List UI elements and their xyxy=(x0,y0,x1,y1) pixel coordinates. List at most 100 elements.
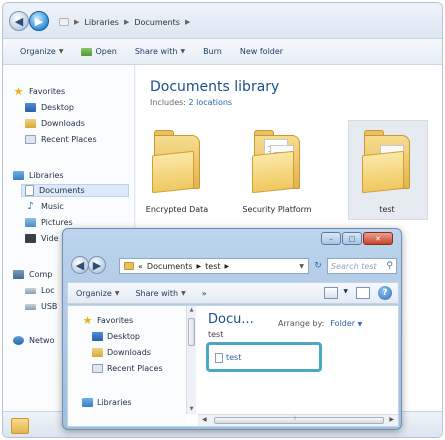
forward-button[interactable]: ▶ xyxy=(88,256,106,274)
star-icon: ★ xyxy=(13,85,24,98)
nav-network[interactable]: Netwo xyxy=(13,334,54,347)
nav-recent-places[interactable]: Recent Places xyxy=(25,133,97,146)
nav-pictures[interactable]: Pictures xyxy=(25,216,73,229)
breadcrumb[interactable]: ▶ Libraries ▶ Documents ▶ xyxy=(59,15,359,29)
back-button[interactable]: ◀ xyxy=(71,256,89,274)
organize-button[interactable]: Organize ▼ xyxy=(68,283,127,303)
desktop-icon xyxy=(25,103,36,112)
scroll-down-icon[interactable]: ▼ xyxy=(187,405,196,414)
usb-drive-icon xyxy=(25,303,36,310)
nav-desktop[interactable]: Desktop xyxy=(92,330,140,342)
caption-buttons: – □ ✕ xyxy=(321,232,393,245)
nav-favorites[interactable]: ★ Favorites xyxy=(13,85,66,98)
breadcrumb-separator-icon: ▶ xyxy=(184,18,191,26)
folder-icon xyxy=(252,150,294,194)
minimize-button[interactable]: – xyxy=(321,232,341,245)
nav-desktop[interactable]: Desktop xyxy=(25,101,74,114)
scroll-right-icon[interactable]: ▶ xyxy=(389,416,394,423)
text-file-icon xyxy=(215,353,223,363)
dialog-navigation-pane: ★ Favorites Desktop Downloads Recent Plac… xyxy=(68,306,186,426)
nav-usb[interactable]: USB xyxy=(25,300,57,313)
new-folder-button[interactable]: New folder xyxy=(231,42,292,62)
scroll-left-icon[interactable]: ◀ xyxy=(202,416,207,423)
library-title: Docu... xyxy=(208,312,254,327)
desktop-icon xyxy=(92,331,103,341)
nav-local-disk[interactable]: Loc xyxy=(25,284,55,297)
address-dropdown-icon[interactable]: ▼ xyxy=(299,263,304,270)
libraries-icon xyxy=(13,171,24,180)
forward-button[interactable]: ▶ xyxy=(29,11,49,31)
dropdown-arrow-icon: ▼ xyxy=(58,48,64,55)
libraries-icon xyxy=(82,397,93,407)
network-icon xyxy=(13,336,24,345)
scroll-thumb[interactable] xyxy=(188,318,195,346)
arrange-by-dropdown[interactable]: Folder ▼ xyxy=(330,319,362,328)
dialog-nav-buttons: ◀ ▶ xyxy=(71,255,107,277)
breadcrumb-libraries[interactable]: Libraries xyxy=(84,18,119,27)
maximize-button[interactable]: □ xyxy=(342,232,362,245)
share-with-button[interactable]: Share with ▼ xyxy=(126,42,194,62)
change-view-icon[interactable] xyxy=(324,287,338,299)
burn-button[interactable]: Burn xyxy=(194,42,231,62)
more-commands-button[interactable]: » xyxy=(194,283,215,303)
dialog-content: Docu... Arrange by: Folder ▼ test test xyxy=(198,306,398,412)
address-bar[interactable]: « Documents ▶ test ▶ ▼ xyxy=(119,258,309,274)
search-input[interactable]: Search test ⚲ xyxy=(327,258,397,274)
organize-button[interactable]: Organize ▼ xyxy=(11,42,72,62)
dropdown-arrow-icon: ▼ xyxy=(114,289,120,297)
folder-encrypted-data[interactable] xyxy=(148,123,206,194)
test-folder-window: – □ ✕ ◀ ▶ « Documents ▶ test ▶ ▼ ↻ Searc… xyxy=(62,228,402,430)
file-item-test[interactable]: test xyxy=(206,342,322,372)
folder-security-platform[interactable] xyxy=(248,123,306,194)
scroll-thumb[interactable] xyxy=(214,417,384,424)
breadcrumb-separator-icon: ▶ xyxy=(74,18,80,26)
breadcrumb-documents[interactable]: Documents xyxy=(134,18,180,27)
nav-videos[interactable]: Vide xyxy=(25,232,59,245)
scroll-up-icon[interactable]: ▲ xyxy=(187,306,196,315)
nav-music[interactable]: ♪ Music xyxy=(25,200,63,213)
star-icon: ★ xyxy=(82,313,93,327)
vertical-scrollbar[interactable]: ▲ ▼ xyxy=(186,306,196,414)
close-button[interactable]: ✕ xyxy=(363,232,393,245)
nav-libraries[interactable]: Libraries xyxy=(82,396,132,408)
nav-favorites[interactable]: ★ Favorites xyxy=(82,313,134,327)
downloads-icon xyxy=(25,119,36,128)
address-bar-area: ◀ ▶ ▶ Libraries ▶ Documents ▶ xyxy=(3,3,442,39)
arrange-by: Arrange by: Folder ▼ xyxy=(278,319,363,328)
breadcrumb-documents[interactable]: Documents xyxy=(147,262,193,271)
folder-label-test[interactable]: test xyxy=(342,205,432,214)
open-button[interactable]: Open xyxy=(72,42,125,62)
breadcrumb-test[interactable]: test xyxy=(205,262,220,271)
folder-label-encrypted-data[interactable]: Encrypted Data xyxy=(132,205,222,214)
folder-icon xyxy=(11,418,29,434)
dialog-body: ★ Favorites Desktop Downloads Recent Plac… xyxy=(67,305,399,427)
horizontal-scrollbar[interactable]: ◀ ⁞ ▶ xyxy=(198,414,398,426)
videos-icon xyxy=(25,234,36,243)
help-icon[interactable]: ? xyxy=(378,286,392,300)
locations-link[interactable]: 2 locations xyxy=(189,98,233,107)
pictures-icon xyxy=(25,218,36,227)
refresh-icon[interactable]: ↻ xyxy=(311,258,325,274)
nav-downloads[interactable]: Downloads xyxy=(92,346,151,358)
dropdown-arrow-icon: ▼ xyxy=(181,289,186,297)
recent-places-icon xyxy=(92,363,103,373)
nav-libraries[interactable]: Libraries xyxy=(13,169,64,182)
view-dropdown-icon[interactable]: ▼ xyxy=(343,288,348,295)
nav-computer[interactable]: Comp xyxy=(13,268,52,281)
music-icon: ♪ xyxy=(27,201,34,212)
dropdown-arrow-icon: ▼ xyxy=(180,48,186,55)
preview-pane-icon[interactable] xyxy=(356,287,370,299)
breadcrumb-overflow[interactable]: « xyxy=(138,262,143,271)
folder-test[interactable] xyxy=(358,123,416,194)
nav-documents[interactable]: Documents xyxy=(21,184,129,197)
folder-subtitle: test xyxy=(208,330,224,339)
folder-label-security-platform[interactable]: Security Platform xyxy=(232,205,322,214)
file-name: test xyxy=(226,353,242,362)
command-bar: Organize ▼ Open Share with ▼ Burn New fold… xyxy=(3,39,442,65)
nav-recent-places[interactable]: Recent Places xyxy=(92,362,163,374)
share-with-button[interactable]: Share with ▼ xyxy=(127,283,193,303)
nav-downloads[interactable]: Downloads xyxy=(25,117,85,130)
back-button[interactable]: ◀ xyxy=(9,11,29,31)
library-title: Documents library xyxy=(150,79,280,95)
library-includes: Includes: 2 locations xyxy=(150,98,233,107)
